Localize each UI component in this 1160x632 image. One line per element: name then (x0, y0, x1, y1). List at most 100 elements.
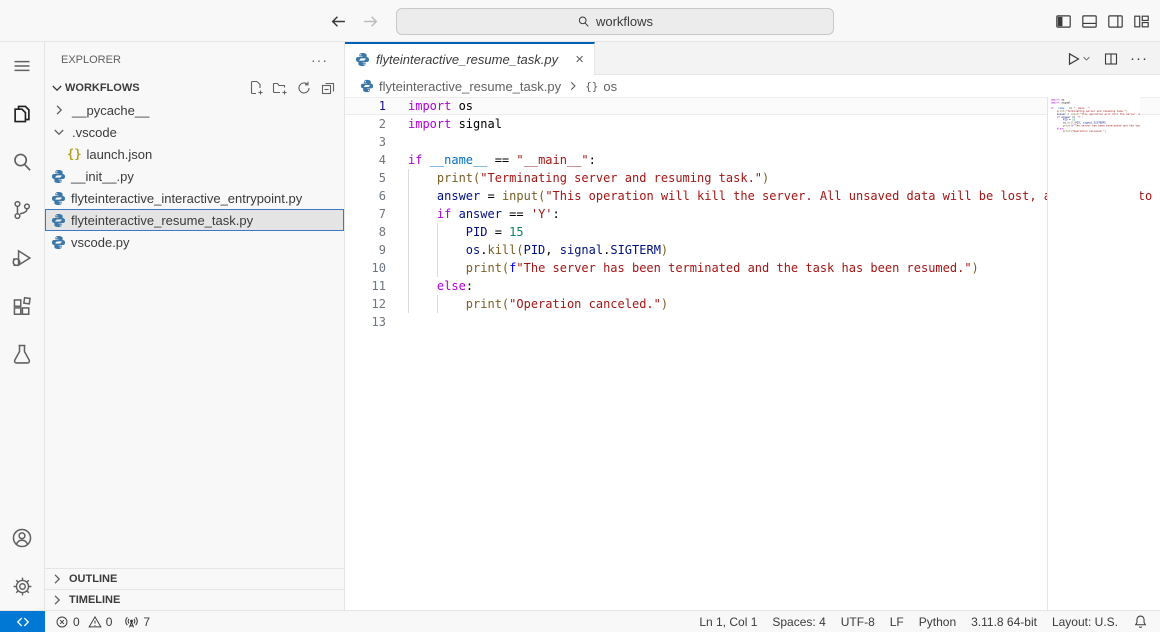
indentation-setting[interactable]: Spaces: 4 (772, 615, 825, 629)
source-control-icon[interactable] (0, 186, 44, 234)
search-view-icon[interactable] (0, 138, 44, 186)
collapse-folders-icon[interactable] (320, 80, 336, 96)
code-line-1[interactable]: 1import os (345, 97, 1160, 115)
editor-more-actions-icon[interactable]: ··· (1130, 50, 1148, 67)
code-line-8[interactable]: 8 PID = 15 (345, 223, 1160, 241)
code-line-13[interactable]: 13 (345, 313, 1160, 331)
code-line-2[interactable]: 2import signal (345, 115, 1160, 133)
explorer-more-actions-icon[interactable]: ··· (311, 52, 328, 68)
python-interpreter[interactable]: 3.11.8 64-bit (971, 615, 1037, 629)
new-folder-icon[interactable] (272, 80, 288, 96)
code-line-5[interactable]: 5 print("Terminating server and resuming… (345, 169, 1160, 187)
code-token: print( (1063, 130, 1072, 133)
code-token: answer (459, 207, 502, 221)
encoding-setting[interactable]: UTF-8 (841, 615, 875, 629)
code-line-11[interactable]: 11 else: (345, 277, 1160, 295)
minimap[interactable]: import osimport signalif __name__ == "__… (1047, 97, 1140, 610)
tree-item-flyteinteractive-resume-task-py[interactable]: flyteinteractive_resume_task.py (45, 209, 344, 231)
forwarded-ports-indicator[interactable]: 7 (124, 614, 150, 629)
split-editor-icon[interactable] (1103, 51, 1119, 67)
toggle-primary-sidebar-icon[interactable] (1054, 12, 1072, 30)
code-line-12[interactable]: 12 print("Operation canceled.") (345, 295, 1160, 313)
code-line-3[interactable]: 3 (345, 133, 1160, 151)
line-number: 10 (345, 259, 386, 277)
account-icon[interactable] (0, 514, 44, 562)
tab-bar: flyteinteractive_resume_task.py × ··· (345, 42, 1160, 75)
code-token: "Operation canceled." (1072, 130, 1104, 133)
tab-title: flyteinteractive_resume_task.py (376, 52, 558, 67)
code-token: signal (560, 243, 603, 257)
code-token: import (408, 99, 451, 113)
tree-item-vscode-py[interactable]: vscode.py (45, 231, 344, 253)
code-token: print( (466, 261, 509, 275)
code-token: signal (1060, 101, 1071, 104)
language-mode[interactable]: Python (919, 615, 956, 629)
line-number: 4 (345, 151, 386, 169)
refresh-explorer-icon[interactable] (296, 80, 312, 96)
timeline-section-header[interactable]: TIMELINE (45, 589, 344, 610)
code-token: ) (972, 261, 979, 275)
code-token: == (502, 207, 531, 221)
remote-indicator[interactable] (0, 611, 45, 632)
breadcrumb-file[interactable]: flyteinteractive_resume_task.py (379, 79, 561, 94)
code-token (408, 261, 466, 275)
toggle-panel-icon[interactable] (1080, 12, 1098, 30)
code-token: ) (661, 243, 668, 257)
code-token: PID (466, 225, 488, 239)
code-token (1051, 130, 1063, 133)
code-editor[interactable]: 1import os2import signal34if __name__ ==… (345, 97, 1160, 610)
customize-layout-icon[interactable] (1132, 12, 1150, 30)
tree-item-launch-json[interactable]: {}launch.json (45, 143, 344, 165)
code-token: "The server has been terminated and the … (1074, 124, 1140, 127)
line-content: os.kill(PID, signal.SIGTERM) (408, 241, 668, 259)
testing-icon[interactable] (0, 330, 44, 378)
outline-title: OUTLINE (69, 573, 117, 585)
tree-item-flyteinteractive-interactive-entrypoint-py[interactable]: flyteinteractive_interactive_entrypoint.… (45, 187, 344, 209)
file-name: .vscode (72, 125, 117, 140)
python-file-icon (360, 79, 374, 93)
settings-gear-icon[interactable] (0, 562, 44, 610)
chevron-down-icon (49, 80, 65, 96)
run-python-file-button[interactable] (1065, 51, 1092, 67)
error-icon (55, 615, 69, 629)
code-line-7[interactable]: 7 if answer == 'Y': (345, 205, 1160, 223)
navigate-back-icon[interactable] (330, 13, 347, 30)
file-name: flyteinteractive_resume_task.py (71, 213, 253, 228)
code-token: if (437, 207, 451, 221)
keyboard-layout[interactable]: Layout: U.S. (1052, 615, 1118, 629)
timeline-title: TIMELINE (69, 594, 120, 606)
navigate-forward-icon[interactable] (362, 13, 379, 30)
tab-flyteinteractive-resume-task[interactable]: flyteinteractive_resume_task.py × (345, 42, 595, 75)
line-number: 2 (345, 115, 386, 133)
command-center-search[interactable]: workflows (396, 8, 834, 35)
problems-indicator[interactable]: 0 0 (55, 615, 112, 629)
tab-close-icon[interactable]: × (575, 52, 584, 67)
code-line-10[interactable]: 10 print(f"The server has been terminate… (345, 259, 1160, 277)
code-line-9[interactable]: 9 os.kill(PID, signal.SIGTERM) (345, 241, 1160, 259)
code-line-4[interactable]: 4if __name__ == "__main__": (345, 151, 1160, 169)
workflows-section-header[interactable]: WORKFLOWS (45, 77, 344, 99)
breadcrumb-symbol[interactable]: os (603, 79, 617, 94)
extensions-icon[interactable] (0, 282, 44, 330)
outline-section-header[interactable]: OUTLINE (45, 568, 344, 589)
tree-item--pycache-[interactable]: __pycache__ (45, 99, 344, 121)
remote-icon (16, 615, 30, 629)
status-bar-left: 0 0 7 (55, 614, 150, 629)
menu-icon[interactable] (0, 42, 44, 90)
explorer-icon[interactable] (0, 90, 44, 138)
toggle-secondary-sidebar-icon[interactable] (1106, 12, 1124, 30)
code-token (408, 207, 437, 221)
error-count: 0 (73, 615, 80, 629)
tree-item--init-py[interactable]: __init__.py (45, 165, 344, 187)
radio-tower-icon (124, 614, 139, 629)
tree-item--vscode[interactable]: .vscode (45, 121, 344, 143)
cursor-position[interactable]: Ln 1, Col 1 (699, 615, 757, 629)
python-file-icon (51, 235, 66, 250)
run-debug-icon[interactable] (0, 234, 44, 282)
new-file-icon[interactable] (248, 80, 264, 96)
notifications-bell-icon[interactable] (1133, 614, 1148, 629)
chevron-right-icon (49, 592, 65, 608)
code-line-6[interactable]: 6 answer = input("This operation will ki… (345, 187, 1160, 205)
workflows-section-title: WORKFLOWS (65, 82, 140, 94)
eol-setting[interactable]: LF (890, 615, 904, 629)
